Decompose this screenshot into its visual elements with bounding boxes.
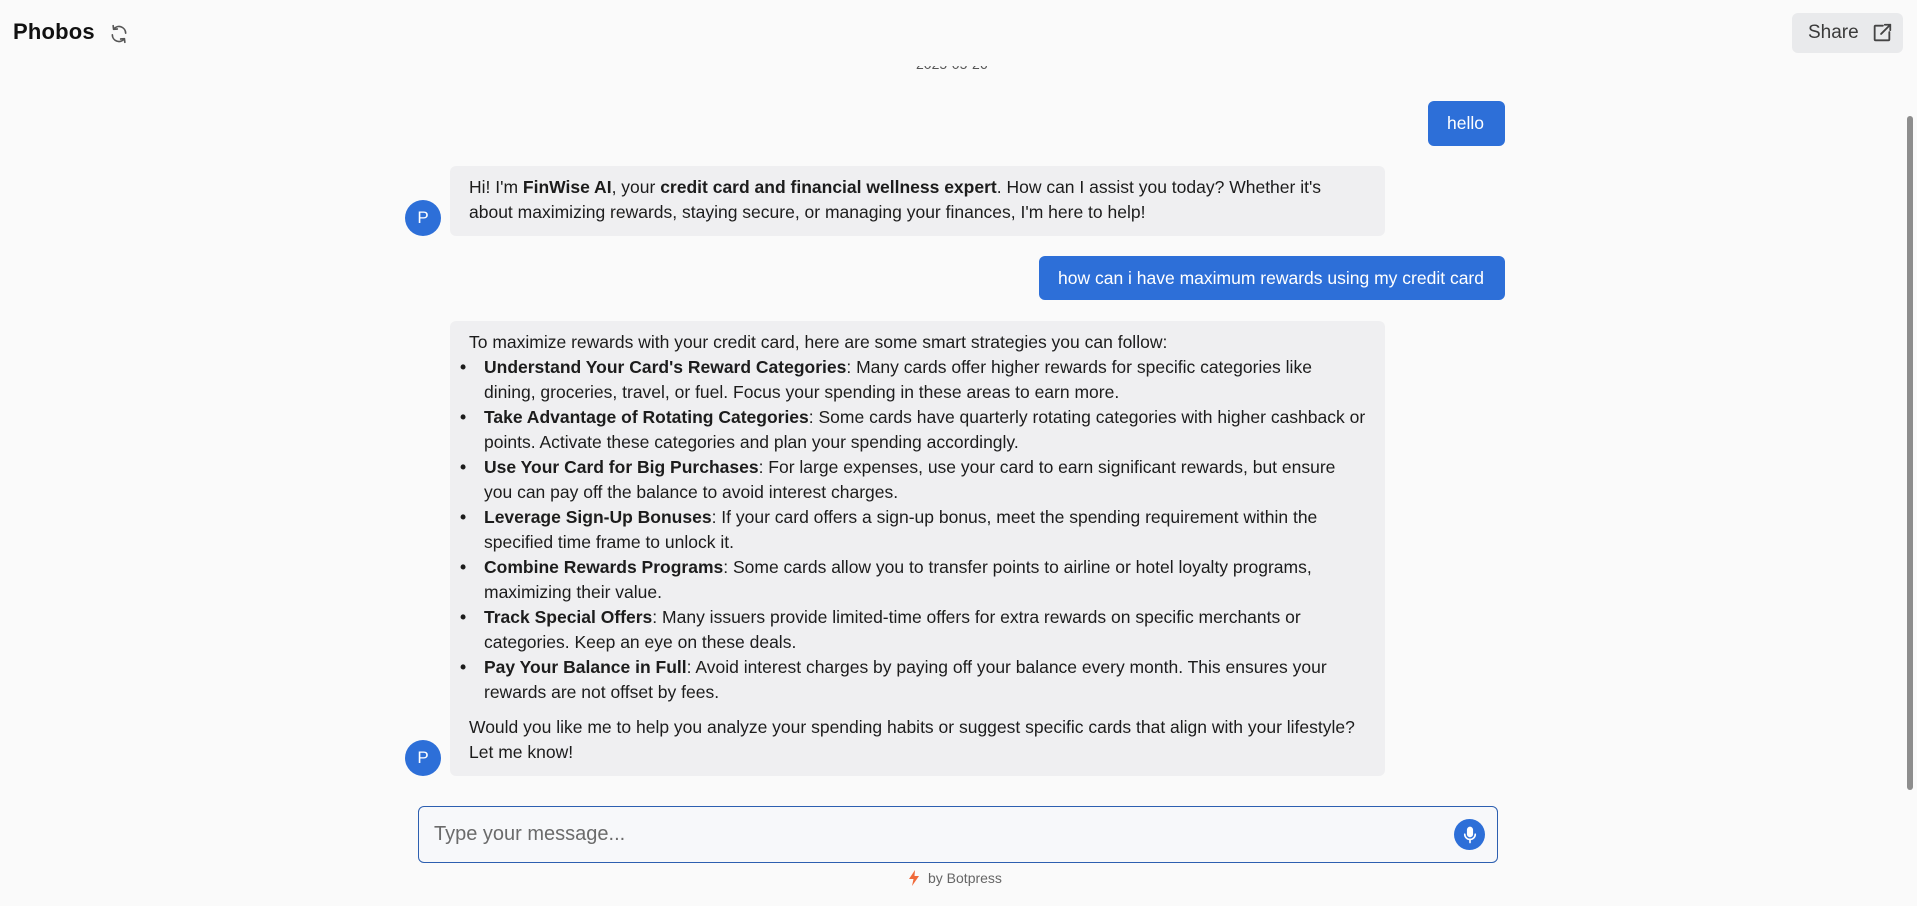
message-intro: To maximize rewards with your credit car… [469, 332, 1168, 352]
microphone-icon [1463, 826, 1476, 843]
refresh-button[interactable] [106, 21, 132, 47]
user-message: hello [1428, 101, 1505, 146]
message-text-part: Hi! I'm [469, 177, 523, 197]
share-button-label: Share [1808, 22, 1859, 43]
tip-title: Track Special Offers [484, 607, 653, 627]
lightning-bolt-icon [909, 870, 919, 886]
list-item: Pay Your Balance in Full: Avoid interest… [460, 655, 1366, 705]
refresh-icon [111, 24, 127, 44]
tip-title: Take Advantage of Rotating Categories [484, 407, 809, 427]
list-item: Understand Your Card's Reward Categories… [460, 355, 1366, 405]
list-item: Leverage Sign-Up Bonuses: If your card o… [460, 505, 1366, 555]
external-link-icon [1873, 23, 1891, 42]
message-text-bold: FinWise AI [522, 177, 612, 197]
list-item: Combine Rewards Programs: Some cards all… [460, 555, 1366, 605]
scrollbar-thumb[interactable] [1907, 116, 1913, 790]
share-button[interactable]: Share [1792, 13, 1903, 53]
powered-by[interactable]: by Botpress [908, 870, 1002, 886]
list-item: Use Your Card for Big Purchases: For lar… [460, 455, 1366, 505]
message-text-part: , your [611, 177, 661, 197]
bot-avatar: P [405, 740, 441, 776]
powered-by-label: by Botpress [928, 870, 1002, 886]
user-message: how can i have maximum rewards using my … [1039, 256, 1505, 300]
tips-list: Understand Your Card's Reward Categories… [460, 355, 1366, 705]
tip-title: Use Your Card for Big Purchases [484, 457, 759, 477]
tip-title: Leverage Sign-Up Bonuses [484, 507, 712, 527]
tip-title: Combine Rewards Programs [484, 557, 724, 577]
message-outro: Would you like me to help you analyze yo… [469, 717, 1355, 762]
bot-message: Hi! I'm FinWise AI, your credit card and… [450, 166, 1385, 236]
message-input[interactable] [434, 814, 1414, 855]
app-title: Phobos [13, 19, 95, 44]
bot-message: To maximize rewards with your credit car… [450, 321, 1385, 776]
message-composer [418, 806, 1498, 863]
header-bar: Phobos Share [0, 0, 1917, 66]
bot-avatar: P [405, 200, 441, 236]
tip-title: Pay Your Balance in Full [484, 657, 687, 677]
tip-title: Understand Your Card's Reward Categories [484, 357, 847, 377]
list-item: Take Advantage of Rotating Categories: S… [460, 405, 1366, 455]
list-item: Track Special Offers: Many issuers provi… [460, 605, 1366, 655]
microphone-button[interactable] [1454, 819, 1485, 850]
message-text: hello [1447, 113, 1484, 133]
message-text: how can i have maximum rewards using my … [1058, 267, 1484, 288]
message-text-bold: credit card and financial wellness exper… [660, 177, 997, 197]
